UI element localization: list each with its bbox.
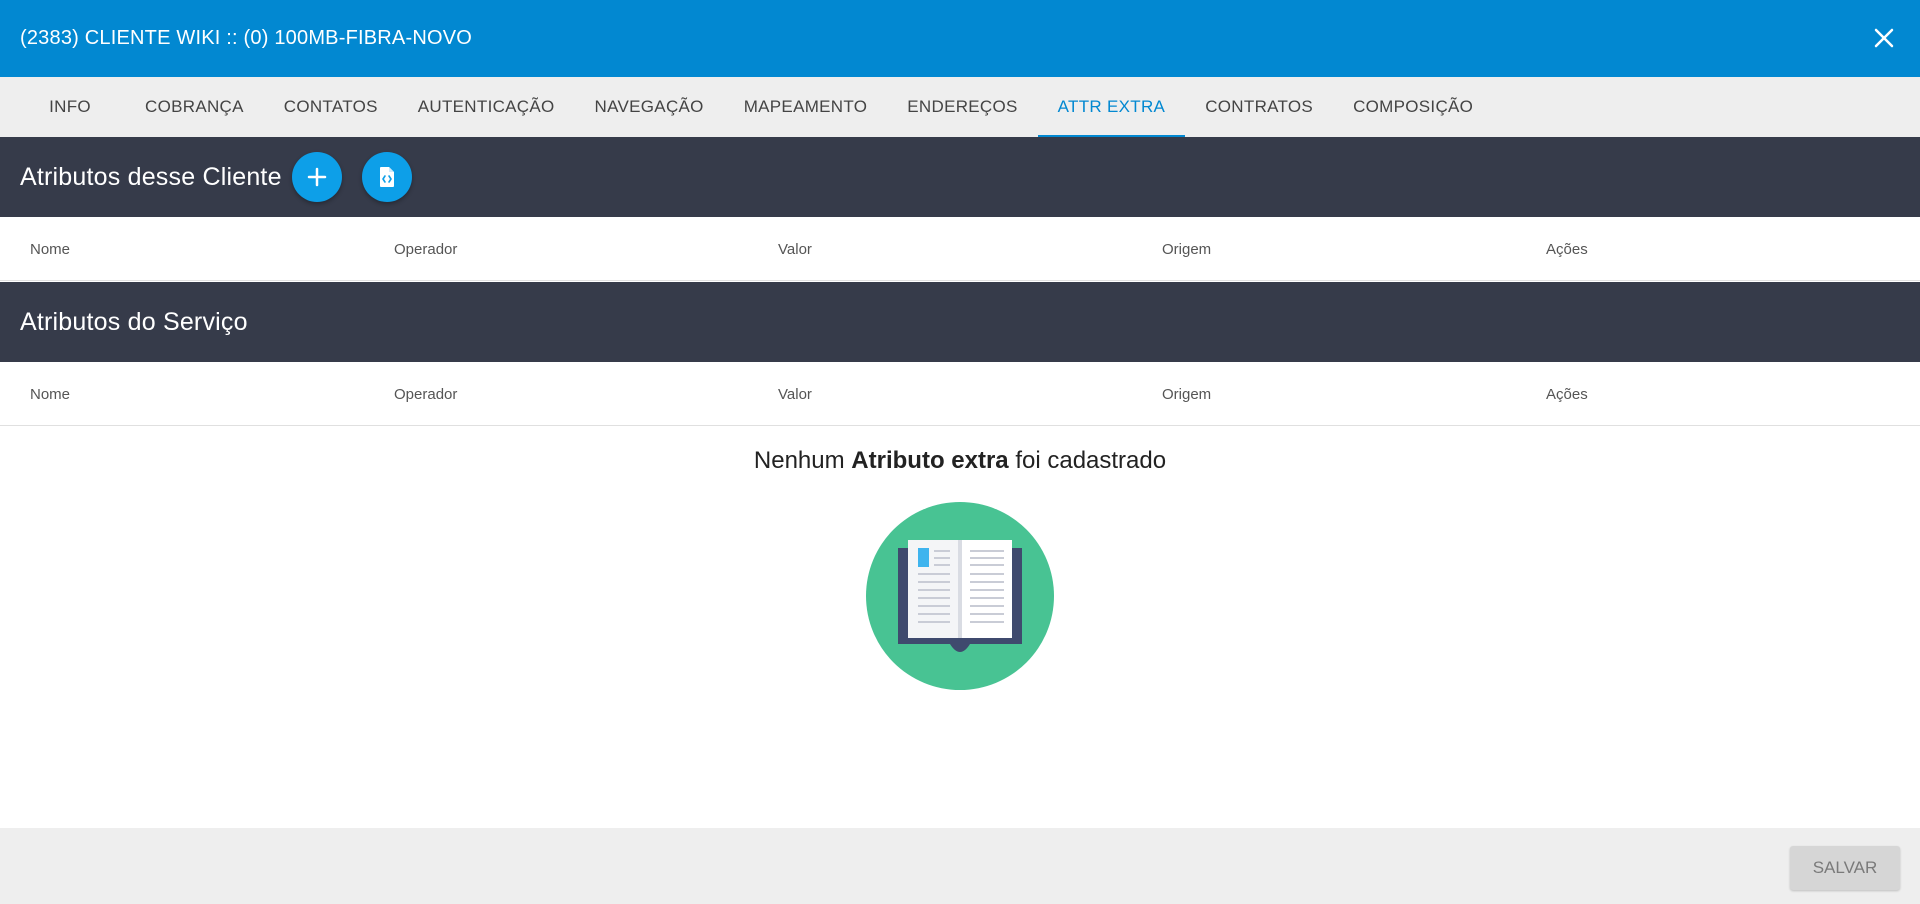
tab-contratos[interactable]: CONTRATOS [1185, 77, 1333, 137]
save-button[interactable]: SALVAR [1790, 846, 1900, 890]
tab-autenticacao[interactable]: AUTENTICAÇÃO [398, 77, 575, 137]
tab-attr-extra[interactable]: ATTR EXTRA [1037, 77, 1186, 137]
column-nome: Nome [30, 385, 71, 403]
tab-mapeamento[interactable]: MAPEAMENTO [724, 77, 888, 137]
column-operador: Operador [394, 385, 458, 403]
empty-state: Nenhum Atributo extra foi cadastrado [0, 447, 1920, 475]
tab-enderecos[interactable]: ENDEREÇOS [887, 77, 1037, 137]
column-acoes: Ações [1546, 240, 1588, 258]
client-attributes-header: Atributos desse Cliente [0, 137, 1920, 217]
tab-bar: INFO COBRANÇA CONTATOS AUTENTICAÇÃO NAVE… [0, 77, 1920, 137]
empty-state-message: Nenhum Atributo extra foi cadastrado [0, 447, 1920, 475]
service-attributes-header: Atributos do Serviço [0, 282, 1920, 362]
tab-label: INFO [49, 97, 91, 116]
column-valor: Valor [778, 385, 812, 403]
column-nome: Nome [30, 240, 71, 258]
open-book-icon [866, 502, 1054, 690]
column-operador: Operador [394, 240, 458, 258]
modal-header: (2383) CLIENTE WIKI :: (0) 100MB-FIBRA-N… [0, 0, 1920, 77]
code-file-button[interactable] [361, 152, 412, 202]
column-origem: Origem [1162, 385, 1212, 403]
tab-contatos[interactable]: CONTATOS [264, 77, 398, 137]
modal-window: (2383) CLIENTE WIKI :: (0) 100MB-FIBRA-N… [0, 0, 1920, 904]
modal-title: (2383) CLIENTE WIKI :: (0) 100MB-FIBRA-N… [20, 27, 473, 49]
column-origem: Origem [1162, 240, 1212, 258]
empty-message-prefix: Nenhum [753, 447, 852, 474]
tab-navegacao[interactable]: NAVEGAÇÃO [575, 77, 724, 137]
plus-icon [307, 167, 326, 187]
tab-composicao[interactable]: COMPOSIÇÃO [1333, 77, 1493, 137]
empty-message-bold: Atributo extra [851, 447, 1009, 474]
close-icon[interactable] [1870, 24, 1898, 52]
column-valor: Valor [778, 240, 812, 258]
tab-cobranca[interactable]: COBRANÇA [125, 77, 264, 137]
section-title: Atributos desse Cliente [20, 162, 282, 191]
tab-info[interactable]: INFO [20, 77, 120, 137]
tab-label: AUTENTICAÇÃO [417, 97, 555, 116]
empty-message-suffix: foi cadastrado [1008, 447, 1167, 474]
tab-label: CONTATOS [283, 97, 378, 116]
tab-label: MAPEAMENTO [743, 97, 868, 116]
tab-label: ENDEREÇOS [907, 97, 1018, 116]
add-attribute-button[interactable] [291, 152, 342, 202]
tab-label: COMPOSIÇÃO [1353, 97, 1474, 116]
tab-label: COBRANÇA [145, 97, 244, 116]
tab-label: CONTRATOS [1205, 97, 1314, 116]
tab-label: NAVEGAÇÃO [594, 97, 704, 116]
client-attributes-table-header: Nome Operador Valor Origem Ações [0, 217, 1920, 281]
code-file-icon [379, 167, 394, 187]
section-title: Atributos do Serviço [20, 307, 248, 336]
tab-label: ATTR EXTRA [1057, 97, 1166, 116]
service-attributes-table-header: Nome Operador Valor Origem Ações [0, 362, 1920, 426]
modal-footer: SALVAR [0, 828, 1920, 904]
column-acoes: Ações [1546, 385, 1588, 403]
